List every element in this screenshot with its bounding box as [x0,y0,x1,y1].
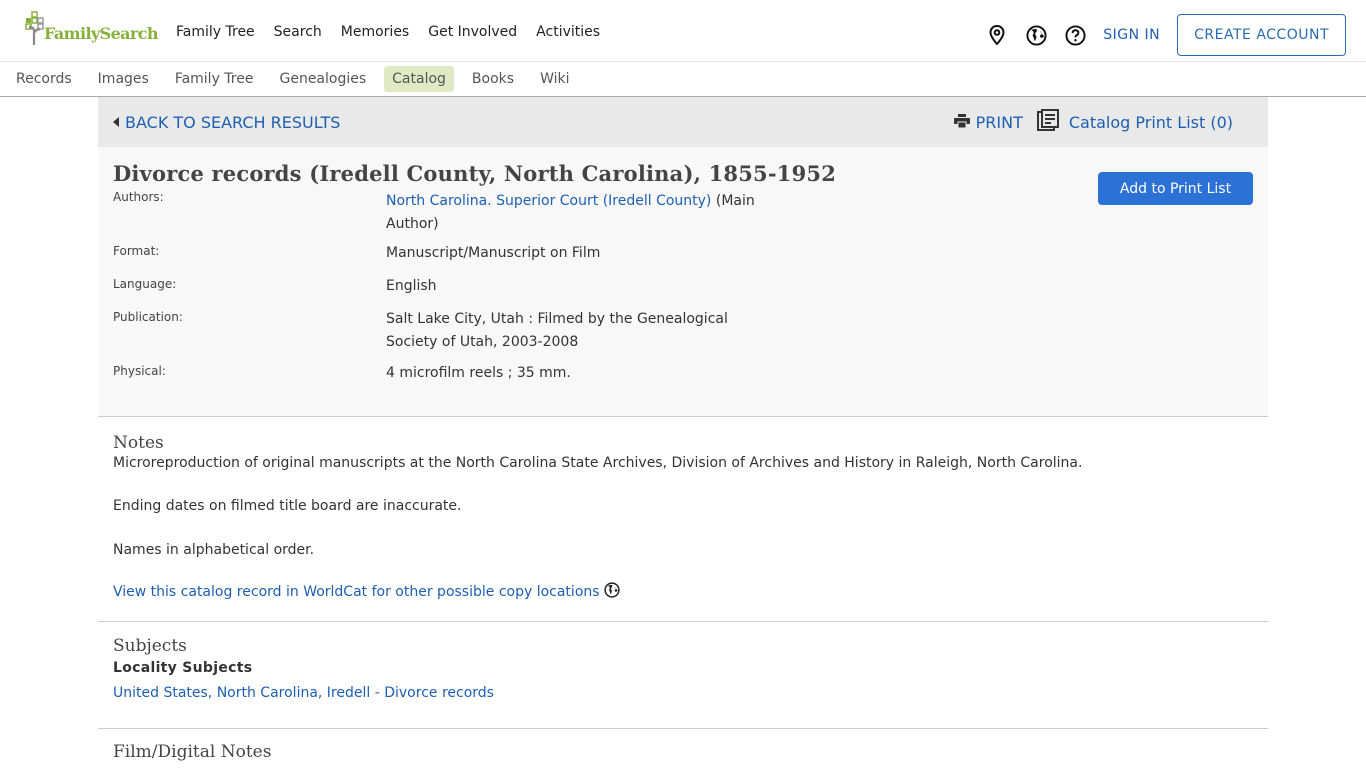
nav-memories[interactable]: Memories [341,24,409,40]
print-area: PRINT Catalog Print List (0) [953,97,1233,147]
nav-activities[interactable]: Activities [536,24,600,40]
create-account-button[interactable]: CREATE ACCOUNT [1177,14,1346,56]
format-value: Manuscript/Manuscript on Film [386,245,601,261]
nav-family-tree[interactable]: Family Tree [176,24,255,40]
subnav-wiki[interactable]: Wiki [532,66,577,92]
catalog-record-container: BACK TO SEARCH RESULTS PRINT Catalog Pri… [98,97,1268,762]
language-value: English [386,278,437,294]
print-list-icon [1036,109,1059,135]
help-icon[interactable] [1064,24,1086,46]
record-fields: Authors: North Carolina. Superior Court … [113,188,1253,385]
top-header: FamilySearch Family Tree Search Memories… [0,0,1366,62]
authors-label: Authors: [113,190,164,204]
publication-value: Salt Lake City, Utah : Filmed by the Gen… [386,311,728,350]
locality-subject-link[interactable]: United States, North Carolina, Iredell -… [113,685,1253,728]
note-paragraph: Microreproduction of original manuscript… [113,455,1083,471]
notes-heading: Notes [113,433,164,453]
globe-icon[interactable] [1025,24,1047,46]
notes-section: Notes Microreproduction of original manu… [98,417,1268,622]
subjects-section: Subjects Locality Subjects United States… [98,622,1268,729]
field-publication: Publication: Salt Lake City, Utah : Film… [113,308,1253,354]
record-summary: Divorce records (Iredell County, North C… [98,147,1268,417]
globe-icon [603,582,620,602]
physical-label: Physical: [113,364,166,378]
location-pin-icon[interactable] [986,24,1008,46]
film-digital-notes-section: Film/Digital Notes [98,729,1268,762]
subnav-catalog[interactable]: Catalog [384,66,454,92]
print-list-label: Catalog Print List (0) [1068,112,1233,132]
subnav-books[interactable]: Books [464,66,522,92]
print-link[interactable]: PRINT [953,112,1023,132]
main-nav: Family Tree Search Memories Get Involved… [176,24,619,40]
catalog-print-list-link[interactable]: Catalog Print List (0) [1036,109,1233,135]
language-label: Language: [113,277,177,291]
familysearch-logo[interactable]: FamilySearch [24,9,159,45]
field-physical: Physical: 4 microfilm reels ; 35 mm. [113,362,1253,385]
field-authors: Authors: North Carolina. Superior Court … [113,188,1253,236]
sign-in-link[interactable]: SIGN IN [1103,27,1160,43]
note-paragraph: Ending dates on filmed title board are i… [113,498,462,514]
worldcat-link[interactable]: View this catalog record in WorldCat for… [113,584,600,600]
film-digital-notes-heading: Film/Digital Notes [113,742,272,762]
worldcat-row: View this catalog record in WorldCat for… [113,582,1253,621]
authors-value: North Carolina. Superior Court (Iredell … [386,188,786,236]
logo-text: FamilySearch [44,24,159,43]
subjects-heading: Subjects [113,636,187,656]
back-label: BACK TO SEARCH RESULTS [125,112,341,132]
subnav-family-tree[interactable]: Family Tree [167,66,262,92]
field-format: Format: Manuscript/Manuscript on Film [113,242,1253,265]
format-label: Format: [113,244,160,258]
publication-label: Publication: [113,310,183,324]
nav-search[interactable]: Search [274,24,322,40]
tree-logo-icon [24,11,48,45]
print-label: PRINT [975,112,1023,132]
header-tools: SIGN IN CREATE ACCOUNT [986,14,1346,56]
locality-subjects-heading: Locality Subjects [113,660,253,676]
author-link[interactable]: North Carolina. Superior Court (Iredell … [386,193,711,209]
physical-value: 4 microfilm reels ; 35 mm. [386,365,571,381]
record-title: Divorce records (Iredell County, North C… [113,161,837,186]
subnav-records[interactable]: Records [8,66,80,92]
back-bar: BACK TO SEARCH RESULTS PRINT Catalog Pri… [98,97,1268,147]
subnav-genealogies[interactable]: Genealogies [271,66,374,92]
field-language: Language: English [113,275,1253,298]
caret-left-icon [113,117,119,127]
subnav-images[interactable]: Images [90,66,157,92]
nav-get-involved[interactable]: Get Involved [428,24,517,40]
search-sub-nav: Records Images Family Tree Genealogies C… [0,62,1366,97]
back-to-search-results-link[interactable]: BACK TO SEARCH RESULTS [113,113,340,132]
note-paragraph: Names in alphabetical order. [113,542,315,558]
printer-icon [953,113,970,132]
